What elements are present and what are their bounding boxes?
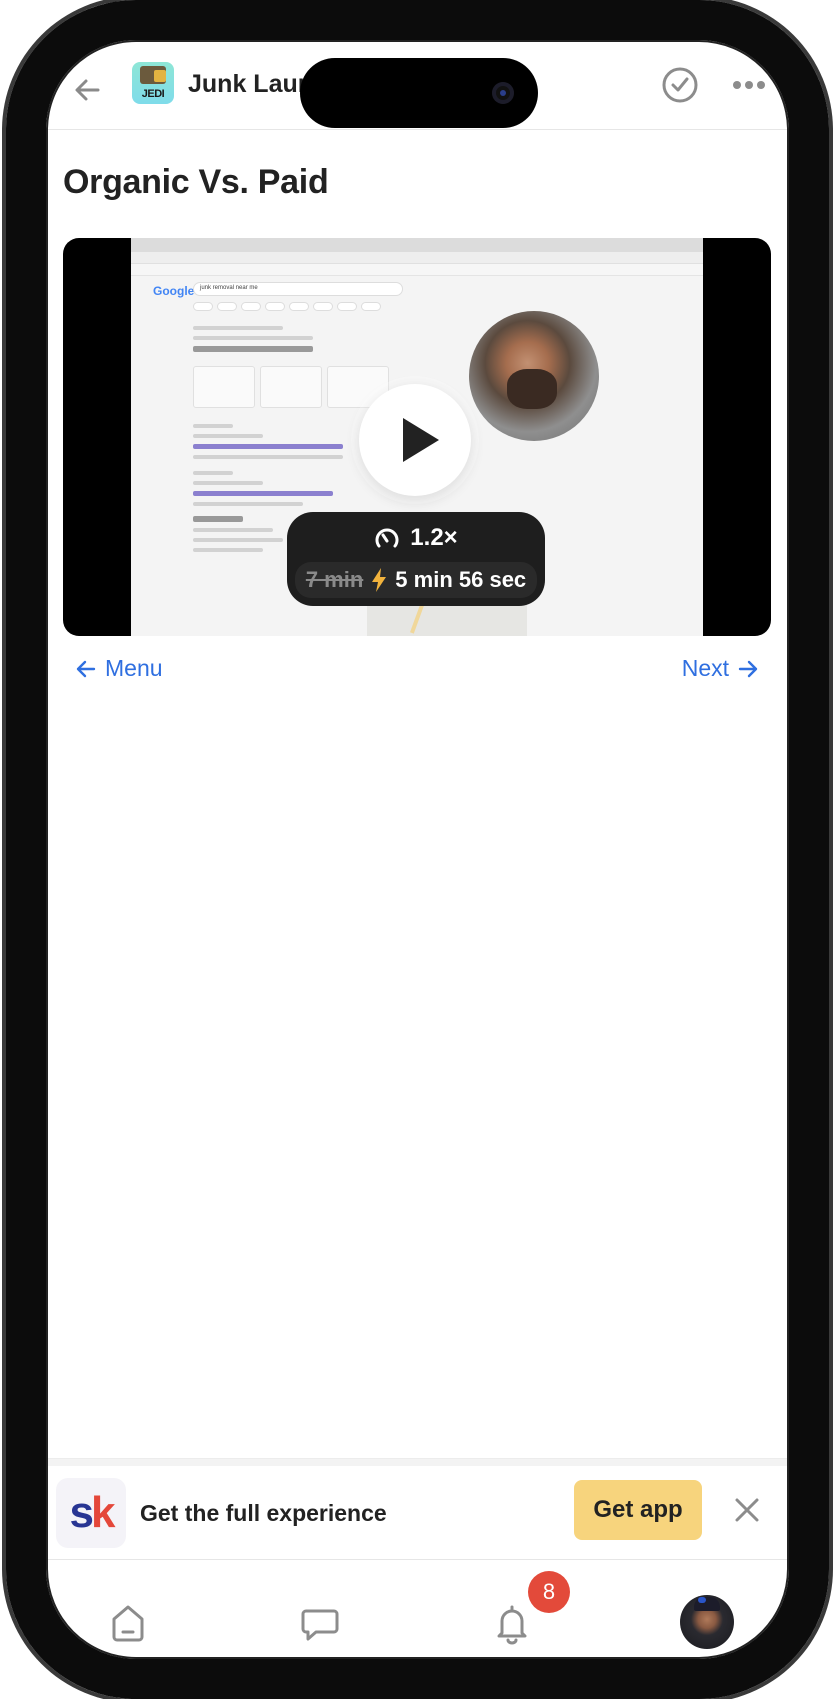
video-player[interactable]: Google junk removal near me 1.2× 7 min 5… [63, 238, 771, 636]
speed-row: 1.2× [287, 524, 545, 552]
more-options-button[interactable] [732, 74, 766, 96]
chip [313, 302, 333, 311]
logo-text: JEDI [141, 88, 165, 100]
menu-link[interactable]: Menu [75, 655, 163, 682]
thumbnail-browser-tabs [131, 238, 703, 252]
thumbnail-url-bar [131, 252, 703, 264]
logo-letter-s: s [69, 1488, 95, 1537]
chip [265, 302, 285, 311]
result-link [193, 444, 343, 449]
result-line [193, 538, 283, 542]
get-app-button[interactable]: Get app [574, 1480, 702, 1540]
result-line [193, 336, 313, 340]
accelerated-duration: 5 min 56 sec [395, 567, 527, 592]
chip [361, 302, 381, 311]
banner-divider [46, 1458, 790, 1466]
thumbnail-local-cards [193, 366, 389, 408]
chip [241, 302, 261, 311]
lightning-bolt-icon [372, 568, 387, 592]
phone-screen: JEDI Junk Laun Organic Vs. Paid Google j… [0, 0, 835, 1699]
result-line [193, 471, 233, 475]
duration-row: 7 min 5 min 56 sec [295, 562, 537, 598]
ellipsis-icon [733, 81, 765, 89]
presenter-webcam [469, 311, 599, 441]
chip [217, 302, 237, 311]
banner-text: Get the full experience [140, 1500, 387, 1526]
next-label: Next [681, 655, 729, 681]
thumbnail-search-box: junk removal near me [193, 282, 403, 296]
result-line [193, 455, 343, 459]
thumbnail-google-logo: Google [153, 284, 195, 298]
mark-complete-button[interactable] [661, 66, 699, 104]
app-logo[interactable]: JEDI [132, 62, 174, 104]
lesson-title: Organic Vs. Paid [63, 163, 329, 201]
menu-label: Menu [105, 655, 163, 681]
lesson-navigation: Menu Next [63, 655, 771, 687]
result-link [193, 491, 333, 496]
result-line [193, 528, 273, 532]
arrow-left-icon [76, 660, 96, 677]
result-line [193, 502, 303, 506]
arrow-left-icon [75, 79, 100, 101]
result-heading [193, 516, 243, 522]
result-heading [193, 346, 313, 352]
nav-chat[interactable] [298, 1601, 342, 1645]
speed-value: 1.2× [410, 524, 458, 551]
result-line [193, 434, 263, 438]
next-link[interactable]: Next [682, 655, 759, 682]
close-icon [735, 1498, 759, 1522]
gauge-icon [375, 528, 399, 548]
get-app-banner: sk Get the full experience Get app [46, 1466, 790, 1560]
app-title[interactable]: Junk Laun [188, 70, 318, 99]
playback-speed-overlay[interactable]: 1.2× 7 min 5 min 56 sec [287, 512, 545, 606]
arrow-right-icon [738, 660, 758, 677]
card [260, 366, 322, 408]
avatar[interactable] [680, 1595, 734, 1649]
nav-notifications[interactable] [490, 1601, 534, 1645]
bottom-navigation: 8 [46, 1561, 790, 1671]
nav-home[interactable] [106, 1601, 150, 1645]
close-banner-button[interactable] [729, 1492, 765, 1528]
thumbnail-bookmarks-bar [131, 264, 703, 276]
chip [289, 302, 309, 311]
result-line [193, 548, 263, 552]
result-line [193, 424, 233, 428]
result-line [193, 326, 283, 330]
logo-illustration [140, 66, 166, 84]
dynamic-island [300, 58, 538, 128]
skool-logo: sk [56, 1478, 126, 1548]
notification-badge: 8 [528, 1571, 570, 1613]
chip [337, 302, 357, 311]
play-button[interactable] [359, 384, 471, 496]
card [193, 366, 255, 408]
thumbnail-results [193, 326, 393, 358]
bell-icon [497, 1605, 527, 1645]
logo-letter-k: k [91, 1488, 116, 1537]
result-line [193, 481, 263, 485]
thumbnail-filter-chips [193, 302, 381, 311]
chip [193, 302, 213, 311]
home-icon [112, 1605, 144, 1642]
camera-icon [492, 82, 514, 104]
original-duration: 7 min [305, 567, 364, 592]
check-circle-icon [662, 67, 698, 103]
back-button[interactable] [68, 70, 108, 110]
chat-bubble-icon [301, 1609, 339, 1641]
